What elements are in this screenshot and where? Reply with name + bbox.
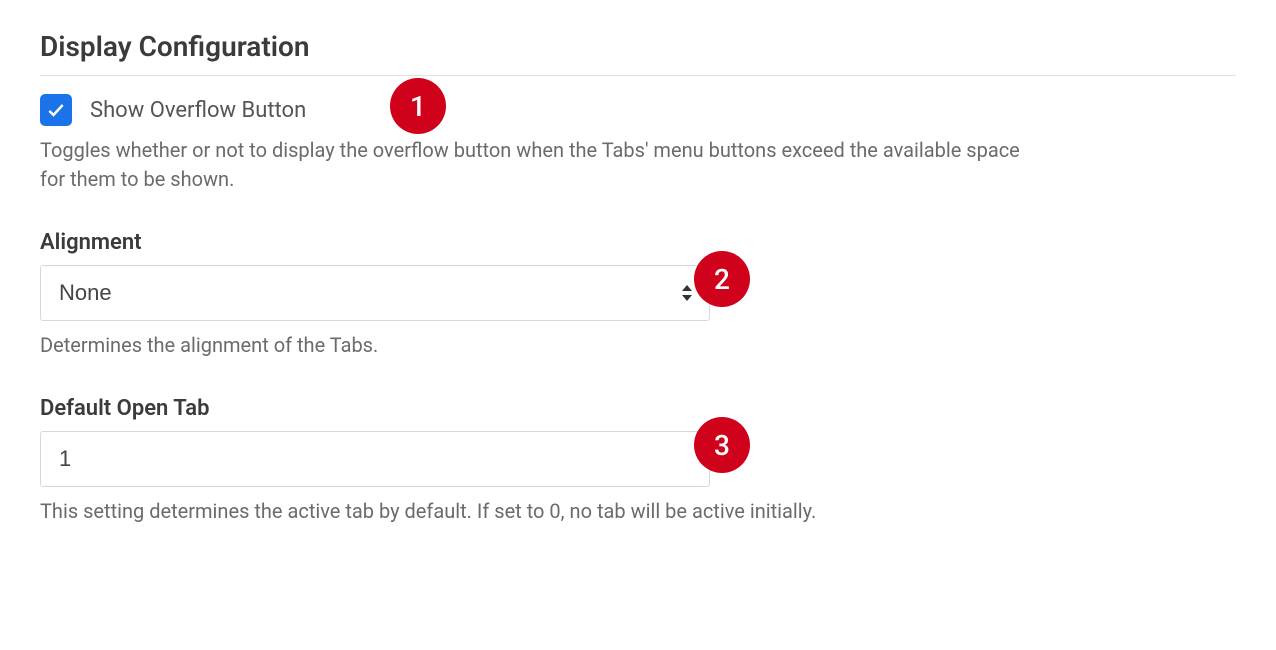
alignment-field: Alignment 2 Determines the alignment of … — [40, 230, 1236, 360]
check-icon — [46, 100, 66, 120]
section-divider — [40, 75, 1236, 76]
alignment-label: Alignment — [40, 230, 1236, 255]
show-overflow-checkbox[interactable] — [40, 94, 72, 126]
show-overflow-field: Show Overflow Button 1 Toggles whether o… — [40, 94, 1236, 194]
show-overflow-label: Show Overflow Button — [90, 98, 306, 123]
annotation-badge-2: 2 — [694, 251, 750, 307]
alignment-help: Determines the alignment of the Tabs. — [40, 331, 1040, 360]
alignment-select[interactable] — [40, 265, 710, 321]
annotation-badge-1: 1 — [390, 78, 446, 134]
annotation-badge-3: 3 — [694, 417, 750, 473]
default-open-tab-input[interactable] — [40, 431, 710, 487]
show-overflow-help: Toggles whether or not to display the ov… — [40, 136, 1040, 194]
default-open-tab-field: Default Open Tab 3 This setting determin… — [40, 396, 1236, 526]
default-open-tab-label: Default Open Tab — [40, 396, 1236, 421]
default-open-tab-help: This setting determines the active tab b… — [40, 497, 1040, 526]
section-title: Display Configuration — [40, 30, 1236, 63]
